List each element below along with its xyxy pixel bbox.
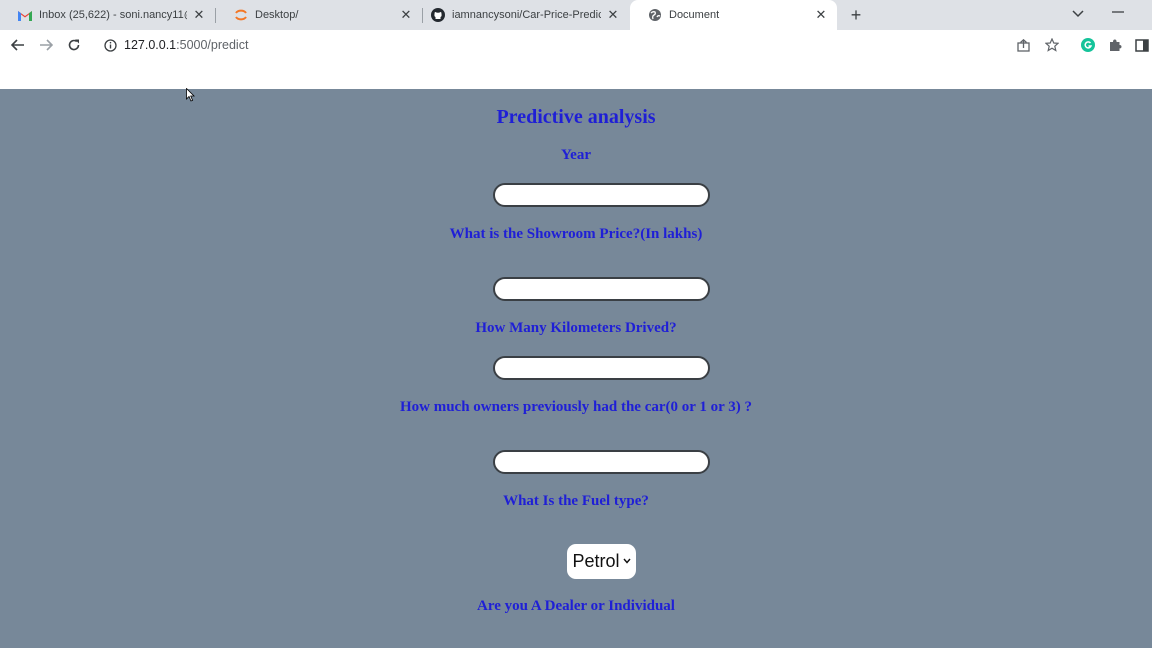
site-info-icon[interactable] [103, 38, 117, 52]
minimize-window-icon[interactable] [1110, 4, 1126, 20]
gmail-icon [18, 8, 32, 22]
showroom-price-input[interactable] [493, 277, 710, 301]
side-panel-icon[interactable] [1134, 37, 1150, 53]
tab-title: Document [669, 9, 720, 21]
jupyter-icon [234, 8, 248, 22]
address-bar[interactable]: 127.0.0.1:5000/predict [95, 33, 1125, 57]
share-icon[interactable] [1016, 37, 1032, 53]
grammarly-extension-icon[interactable] [1080, 37, 1096, 53]
tab-jupyter-desktop[interactable]: Desktop/ ✕ [216, 0, 422, 30]
new-tab-plus-icon[interactable]: + [846, 5, 866, 25]
kilometers-driven-label: How Many Kilometers Drived? [475, 320, 677, 336]
url-text: 127.0.0.1:5000/predict [124, 38, 248, 52]
tab-strip: Inbox (25,622) - soni.nancy11@gmail.com … [0, 0, 1152, 30]
previous-owners-label: How much owners previously had the car(0… [399, 399, 753, 415]
tab-search-chevron-icon[interactable] [1070, 5, 1086, 23]
seller-type-label: Are you A Dealer or Individual [477, 598, 675, 614]
forward-arrow-icon[interactable] [37, 37, 55, 53]
tab-document-active[interactable]: Document ✕ [630, 0, 837, 30]
close-tab-icon[interactable]: ✕ [191, 7, 207, 23]
prediction-form: Predictive analysis Year What is the Sho… [0, 89, 1152, 648]
back-arrow-icon[interactable] [9, 37, 27, 53]
fuel-type-label: What Is the Fuel type? [503, 493, 649, 509]
extensions-puzzle-icon[interactable] [1107, 37, 1123, 53]
mouse-cursor-icon [186, 88, 195, 102]
github-icon [431, 8, 445, 22]
kilometers-driven-input[interactable] [493, 356, 710, 380]
browser-toolbar: 127.0.0.1:5000/predict [0, 30, 1152, 60]
bookmark-star-icon[interactable] [1044, 37, 1060, 53]
chevron-down-icon [622, 556, 631, 567]
tab-title: Inbox (25,622) - soni.nancy11@gmail.com [39, 9, 187, 21]
showroom-price-label: What is the Showroom Price?(In lakhs) [449, 226, 703, 242]
previous-owners-input[interactable] [493, 450, 710, 474]
page-heading: Predictive analysis [496, 106, 656, 128]
url-host: 127.0.0.1 [124, 38, 177, 52]
tab-title: Desktop/ [255, 9, 299, 21]
close-tab-icon[interactable]: ✕ [813, 7, 829, 23]
globe-icon [648, 8, 662, 22]
close-tab-icon[interactable]: ✕ [605, 7, 621, 23]
tab-title: iamnancysoni/Car-Price-Prediction-using-… [452, 9, 601, 21]
page-top-band [0, 60, 1152, 90]
tab-gmail-inbox[interactable]: Inbox (25,622) - soni.nancy11@gmail.com … [0, 0, 215, 30]
fuel-type-selected-value: Petrol [572, 551, 620, 571]
year-input[interactable] [493, 183, 710, 207]
close-tab-icon[interactable]: ✕ [398, 7, 414, 23]
tab-github-repo[interactable]: iamnancysoni/Car-Price-Prediction-using-… [423, 0, 629, 30]
url-path: :5000/predict [176, 38, 249, 52]
fuel-type-select[interactable]: Petrol [567, 544, 636, 579]
reload-icon[interactable] [65, 37, 83, 53]
year-label: Year [561, 147, 591, 163]
